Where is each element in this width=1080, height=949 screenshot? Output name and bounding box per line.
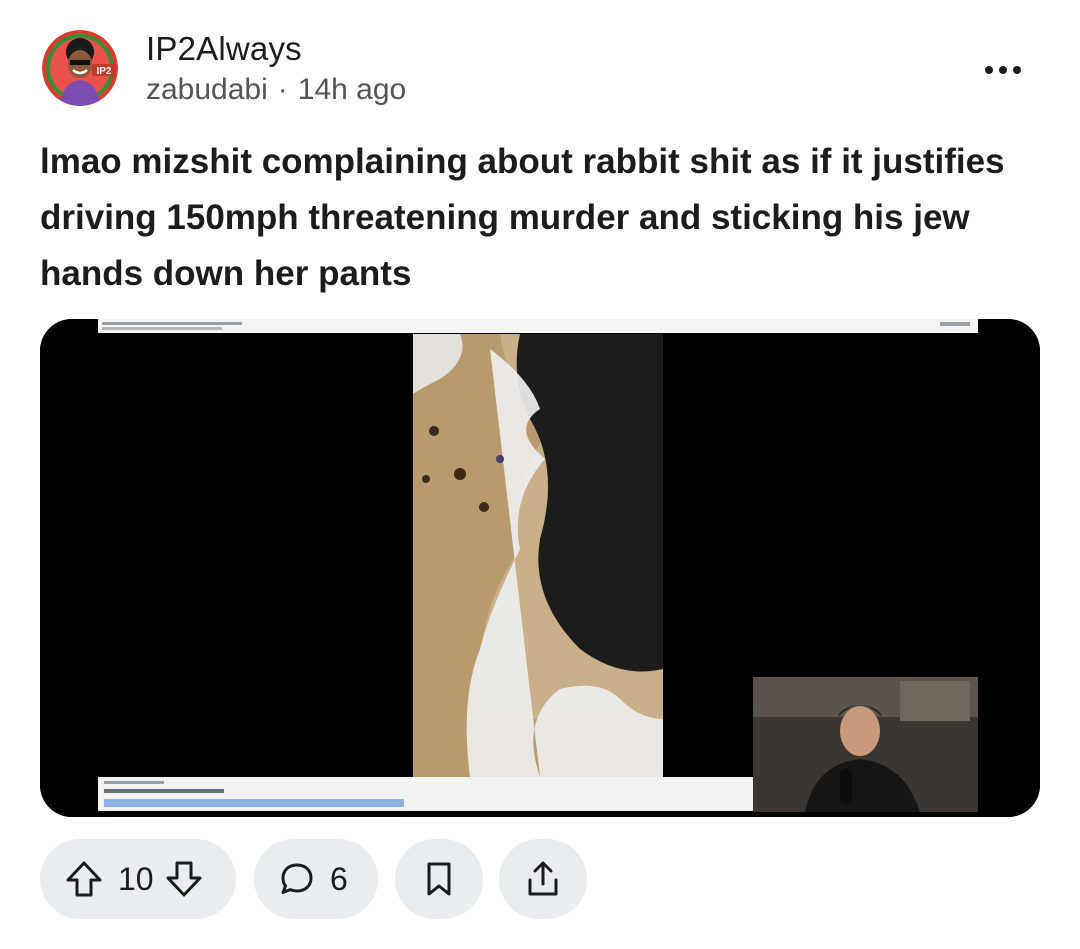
community-name[interactable]: IP2Always [146, 30, 302, 68]
author-name[interactable]: zabudabi [146, 73, 268, 106]
upvote-button[interactable] [64, 859, 104, 899]
more-horizontal-icon [985, 66, 1021, 74]
comment-count: 6 [330, 860, 348, 897]
bookmark-icon [427, 862, 451, 896]
video-frame [40, 319, 1040, 817]
post-title[interactable]: lmao mizshit complaining about rabbit sh… [40, 134, 1040, 302]
avatar-image: IP2 [42, 30, 118, 106]
vote-pill: 10 [40, 839, 236, 919]
speech-bubble-icon [278, 860, 316, 898]
arrow-up-icon [66, 861, 102, 897]
post-meta: zabudabi · 14h ago [146, 73, 406, 107]
post-title-line: lmao mizshit complaining about rabbit sh… [40, 142, 1005, 181]
post-title-line: driving 150mph threatening murder and st… [40, 198, 970, 237]
post-time: 14h ago [297, 73, 407, 106]
post-card: IP2 IP2Always zabudabi · 14h ago lmao mizs… [0, 0, 1080, 949]
vote-count: 10 [118, 860, 154, 897]
avatar-badge-text: IP2 [96, 66, 111, 77]
community-avatar[interactable]: IP2 [42, 30, 118, 106]
arrow-down-icon [166, 861, 202, 897]
save-button[interactable] [395, 839, 483, 919]
downvote-button[interactable] [164, 859, 204, 899]
post-title-line: hands down her pants [40, 254, 412, 293]
share-button[interactable] [499, 839, 587, 919]
captured-window-titlebar [98, 319, 978, 333]
more-options-button[interactable] [978, 52, 1028, 88]
comments-button[interactable]: 6 [254, 839, 378, 919]
share-icon [528, 861, 558, 896]
meta-separator: · [277, 73, 288, 106]
post-media-video[interactable] [40, 319, 1040, 817]
